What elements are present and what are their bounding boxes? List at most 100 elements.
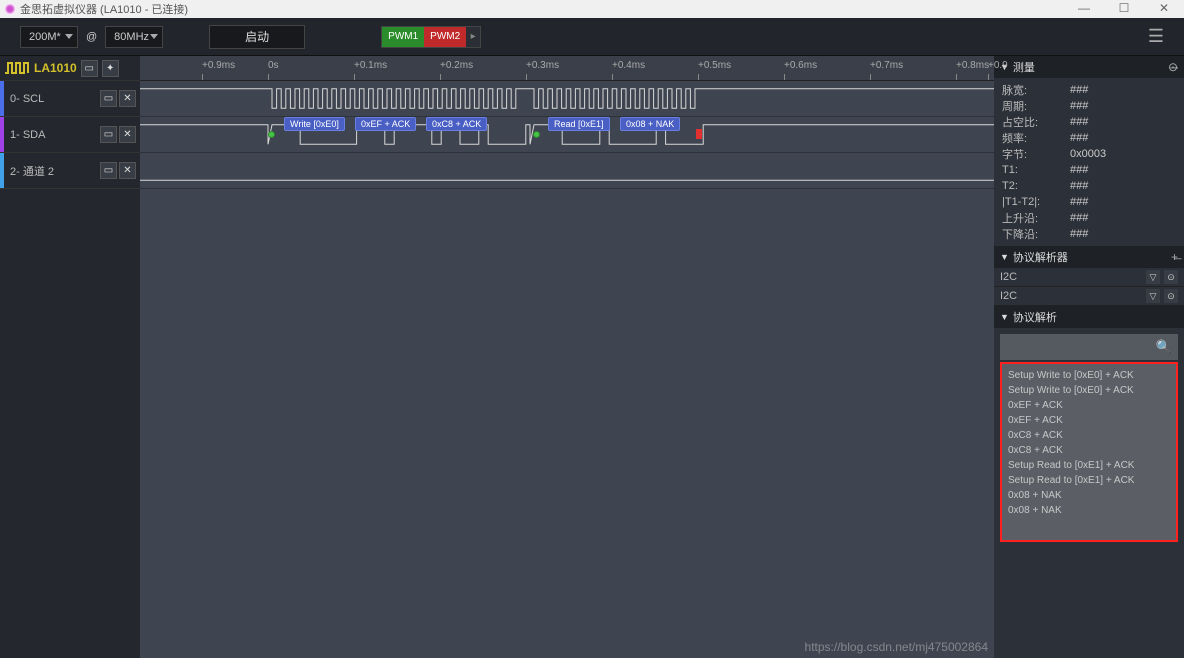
pwm-dropdown-icon[interactable]: ▸ [466,27,480,47]
time-tick-label: +0.4ms [612,60,645,71]
channel-close-button[interactable]: ✕ [119,90,136,107]
add-analyzer-icon[interactable]: +̶ [1171,250,1178,264]
channel-close-button[interactable]: ✕ [119,126,136,143]
minimize-button[interactable]: — [1064,0,1104,18]
decode-list-item[interactable]: Setup Write to [0xE0] + ACK [1008,368,1170,383]
time-tick-label: +0.7ms [870,60,903,71]
analyzer-header[interactable]: ▼ 协议解析器 +̶ [994,246,1184,268]
device-config-button[interactable]: ▭ [81,60,98,77]
time-tick-label: +0.1ms [354,60,387,71]
decode-list-item[interactable]: 0x08 + NAK [1008,488,1170,503]
measure-label: |T1-T2|: [1002,196,1070,208]
analyzer-header-label: 协议解析器 [1013,249,1068,265]
decode-list-item[interactable]: Setup Read to [0xE1] + ACK [1008,458,1170,473]
channel-label: 1- SDA [4,129,100,141]
channel-trigger-button[interactable]: ▭ [100,90,117,107]
measure-row: 上升沿:### [994,210,1184,226]
measure-header[interactable]: ▼ 测量 ⊙̶ [994,56,1184,78]
channel-row[interactable]: 1- SDA ▭ ✕ [0,117,140,153]
window-titlebar: 金思拓虚拟仪器 (LA1010 - 已连接) — ☐ ✕ [0,0,1184,18]
measure-row: 下降沿:### [994,226,1184,242]
measure-label: 字节: [1002,146,1070,162]
watermark: https://blog.csdn.net/mj475002864 [805,640,988,654]
measure-value: ### [1070,228,1088,240]
decode-list-item[interactable]: 0xC8 + ACK [1008,443,1170,458]
measure-label: T1: [1002,164,1070,176]
channel-label: 2- 通道 2 [4,163,100,179]
collapse-icon: ▼ [1000,312,1009,322]
sample-rate-value: 200M* [29,31,61,43]
maximize-button[interactable]: ☐ [1104,0,1144,18]
time-tick-label: +0.8ms [956,60,989,71]
analyzer-settings-icon[interactable]: ⊙ [1164,289,1178,303]
measure-label: 上升沿: [1002,210,1070,226]
measure-settings-icon[interactable]: ⊙̶ [1168,60,1178,74]
waveform-icon [4,59,30,77]
decode-tag[interactable]: 0x08 + NAK [620,117,680,131]
channel-close-button[interactable]: ✕ [119,162,136,179]
time-tick-label: +0.9 [988,60,1008,71]
device-settings-button[interactable]: ✦ [102,60,119,77]
pwm1-button[interactable]: PWM1 [382,27,424,47]
decode-list-item[interactable]: 0xEF + ACK [1008,398,1170,413]
decode-header[interactable]: ▼ 协议解析 [994,306,1184,328]
start-button[interactable]: 启动 [209,25,305,49]
measure-value: 0x0003 [1070,148,1106,160]
measure-row: 字节:0x0003 [994,146,1184,162]
time-tick-label: 0s [268,60,279,71]
collapse-icon: ▼ [1000,252,1009,262]
analyzer-settings-icon[interactable]: ⊙ [1164,270,1178,284]
decode-list-item[interactable]: 0x08 + NAK [1008,503,1170,518]
toolbar: 200M* @ 80MHz 启动 PWM1 PWM2 ▸ ☰ [0,18,1184,56]
decode-list-item[interactable]: 0xC8 + ACK [1008,428,1170,443]
analyzer-name: I2C [1000,271,1017,283]
channel-panel: LA1010 ▭ ✦ 0- SCL ▭ ✕ 1- SDA ▭ ✕ 2- 通道 2… [0,56,140,658]
close-button[interactable]: ✕ [1144,0,1184,18]
time-ruler: +0.9ms0s+0.1ms+0.2ms+0.3ms+0.4ms+0.5ms+0… [140,56,994,81]
frequency-select[interactable]: 80MHz [105,26,163,48]
decode-result-list[interactable]: Setup Write to [0xE0] + ACKSetup Write t… [1000,362,1178,542]
measure-value: ### [1070,116,1088,128]
measure-value: ### [1070,100,1088,112]
measure-row: T1:### [994,162,1184,178]
time-tick-label: +0.2ms [440,60,473,71]
measure-label: 下降沿: [1002,226,1070,242]
decode-list-item[interactable]: Setup Read to [0xE1] + ACK [1008,473,1170,488]
start-marker-icon [533,131,540,138]
analyzer-filter-icon[interactable]: ▽ [1146,289,1160,303]
decode-list-item[interactable]: Setup Write to [0xE0] + ACK [1008,383,1170,398]
measure-label: 周期: [1002,98,1070,114]
wave-row-scl [140,81,994,117]
sample-rate-select[interactable]: 200M* [20,26,78,48]
measure-value: ### [1070,132,1088,144]
decode-tag[interactable]: 0xC8 + ACK [426,117,487,131]
waveform-area[interactable]: +0.9ms0s+0.1ms+0.2ms+0.3ms+0.4ms+0.5ms+0… [140,56,994,658]
channel-trigger-button[interactable]: ▭ [100,162,117,179]
decode-header-label: 协议解析 [1013,309,1057,325]
decode-tag[interactable]: 0xEF + ACK [355,117,416,131]
measure-value: ### [1070,180,1088,192]
time-tick-label: +0.5ms [698,60,731,71]
measure-row: 占空比:### [994,114,1184,130]
decode-tag[interactable]: Write [0xE0] [284,117,345,131]
decode-search-input[interactable]: 🔍 [1000,334,1178,360]
channel-label: 0- SCL [4,93,100,105]
stop-marker-icon [696,129,702,139]
analyzer-row[interactable]: I2C ▽ ⊙ [994,268,1184,287]
channel-trigger-button[interactable]: ▭ [100,126,117,143]
wave-row-ch2 [140,153,994,189]
decode-list-item[interactable]: 0xEF + ACK [1008,413,1170,428]
analyzer-row[interactable]: I2C ▽⊙ [994,287,1184,306]
channel-row[interactable]: 0- SCL ▭ ✕ [0,81,140,117]
time-tick-label: +0.6ms [784,60,817,71]
analyzer-filter-icon[interactable]: ▽ [1146,270,1160,284]
menu-icon[interactable]: ☰ [1148,26,1164,47]
channel-row[interactable]: 2- 通道 2 ▭ ✕ [0,153,140,189]
right-panel: ▼ 测量 ⊙̶ 脉宽:###周期:###占空比:###频率:###字节:0x00… [994,56,1184,658]
wave-row-sda: Write [0xE0] 0xEF + ACK 0xC8 + ACK Read [0x… [140,117,994,153]
decode-tag[interactable]: Read [0xE1] [548,117,610,131]
pwm2-button[interactable]: PWM2 [424,27,466,47]
device-name: LA1010 [34,61,77,75]
measure-label: 频率: [1002,130,1070,146]
measure-row: T2:### [994,178,1184,194]
